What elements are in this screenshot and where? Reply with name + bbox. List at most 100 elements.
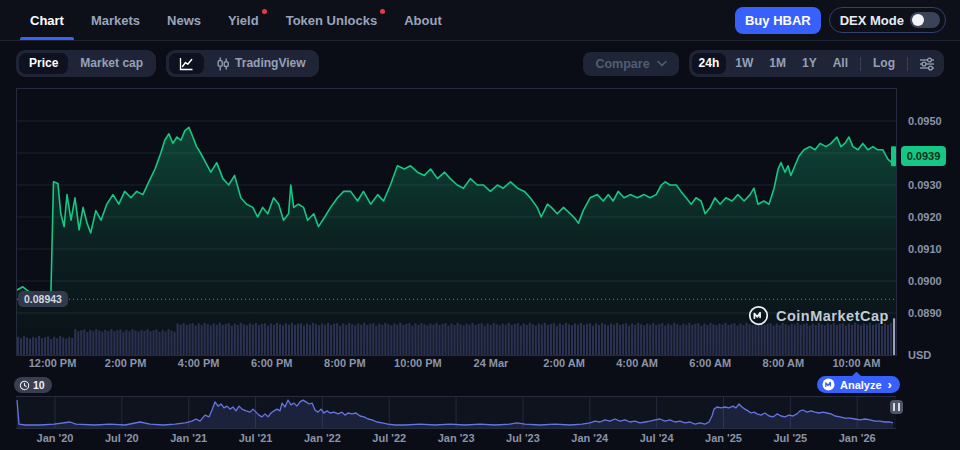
x-tick-label: 8:00 PM [324,357,366,369]
tab-markets[interactable]: Markets [91,0,140,40]
toggle-knob [912,14,924,26]
prev-close-label: 0.08943 [18,291,68,307]
clock-icon [19,380,30,391]
watermark: CoinMarketCap [748,305,889,326]
coinmarketcap-logo-icon [748,305,769,326]
tab-about[interactable]: About [404,0,442,40]
x-tick-label: 4:00 AM [616,357,658,369]
compare-label: Compare [595,57,649,71]
y-tick-label: 0.0950 [908,115,942,127]
navigator-handle[interactable] [890,400,903,414]
x-tick-label: 12:00 PM [29,357,77,369]
navigator-tick-label: Jan '22 [304,432,341,444]
tab-label: Token Unlocks [286,13,378,28]
navigator-tick-label: Jan '21 [170,432,207,444]
tab-label: News [167,13,201,28]
range-24h[interactable]: 24h [692,53,727,74]
x-tick-label: 2:00 PM [105,357,147,369]
navigator-tick-label: Jan '20 [37,432,74,444]
y-tick-label: 0.0890 [908,307,942,319]
tab-news[interactable]: News [167,0,201,40]
x-tick-label: 6:00 PM [251,357,293,369]
navigator-tick-label: Jul '23 [506,432,540,444]
handle-grip-icon [893,403,895,411]
handle-grip-icon [898,403,900,411]
range-1y[interactable]: 1Y [795,53,824,74]
navigator-tick-label: Jul '25 [773,432,807,444]
tab-label: Chart [30,13,64,28]
navigator-tick-label: Jul '20 [105,432,139,444]
tab-label: About [404,13,442,28]
dex-mode-label: DEX Mode [840,13,904,28]
analyze-button[interactable]: Analyze › [817,376,900,393]
y-tick-label: 0.0920 [908,211,942,223]
chart-toolbar: PriceMarket cap TradingView Compare 24h1… [0,49,960,78]
range-all[interactable]: All [826,53,855,74]
chart-settings-button[interactable] [913,57,941,71]
dex-mode-control[interactable]: DEX Mode [829,7,946,33]
tradingview-button[interactable]: TradingView [206,53,315,74]
tab-yield[interactable]: Yield [228,0,259,40]
analyze-label: Analyze [840,379,882,391]
metric-tab-price[interactable]: Price [19,53,68,74]
range-chips: 24h1W1M1YAll [692,53,855,74]
navigator-tick-label: Jan '23 [438,432,475,444]
range-group: 24h1W1M1YAll Log [689,50,944,77]
y-tick-label: 0.0900 [908,275,942,287]
y-tick-label: 0.0930 [908,179,942,191]
notification-dot [380,9,385,14]
history-navigator[interactable] [16,396,896,429]
divider [860,57,861,71]
navigator-tick-label: Jan '26 [839,432,876,444]
compare-button[interactable]: Compare [583,52,678,76]
last-price-badge: 0.0939 [901,146,946,166]
navigator-tick-label: Jul '21 [239,432,273,444]
navbar: ChartMarketsNewsYieldToken UnlocksAbout … [0,0,960,41]
tradingview-label: TradingView [235,56,305,71]
x-tick-label: 6:00 AM [689,357,731,369]
buy-hbar-button[interactable]: Buy HBAR [735,7,821,34]
x-tick-label: 24 Mar [474,357,509,369]
analyze-logo-icon [822,378,835,391]
x-tick-label: 8:00 AM [762,357,804,369]
navigator-tick-label: Jul '22 [372,432,406,444]
line-chart-button[interactable] [169,53,204,74]
watermark-text: CoinMarketCap [776,308,889,324]
navbar-right: Buy HBAR DEX Mode [735,7,946,34]
history-count: 10 [33,379,45,391]
tab-label: Yield [228,13,259,28]
range-1m[interactable]: 1M [762,53,793,74]
range-1w[interactable]: 1W [728,53,760,74]
chart-type-group: TradingView [166,50,318,77]
divider [907,57,908,71]
metric-toggle-group: PriceMarket cap [16,50,156,77]
navigator-tick-label: Jan '25 [705,432,742,444]
metric-tab-market-cap[interactable]: Market cap [70,53,153,74]
tab-chart[interactable]: Chart [30,0,64,40]
history-badge[interactable]: 10 [14,377,52,393]
candlestick-icon [216,57,230,71]
log-scale-button[interactable]: Log [866,53,902,74]
line-chart-icon [179,56,194,71]
chevron-right-icon: › [888,379,892,390]
x-tick-label: 10:00 AM [832,357,880,369]
x-axis: 12:00 PM 2:00 PM 4:00 PM 6:00 PM 8:00 PM 10:0… [16,357,896,371]
nav-tabs: Chart Markets News Yield Token Unlocks About [30,0,442,40]
navigator-chart[interactable] [16,396,896,429]
chevron-down-icon [657,60,667,67]
navigator-axis: Jan '20 Jul '20 Jan '21 Jul '21 Jan '22 Jul '… [16,432,896,446]
y-tick-label: 0.0910 [908,243,942,255]
x-tick-label: 2:00 AM [543,357,585,369]
navigator-tick-label: Jan '24 [571,432,608,444]
tab-token-unlocks[interactable]: Token Unlocks [286,0,378,40]
notification-dot [262,9,267,14]
dex-mode-toggle[interactable] [910,12,940,28]
toolbar-right: Compare 24h1W1M1YAll Log [583,50,944,77]
x-tick-label: 4:00 PM [178,357,220,369]
navigator-tick-label: Jul '24 [640,432,674,444]
sliders-icon [919,57,935,71]
currency-label: USD [908,349,931,361]
tab-label: Markets [91,13,140,28]
toolbar-left: PriceMarket cap TradingView [16,50,319,77]
x-tick-label: 10:00 PM [394,357,442,369]
